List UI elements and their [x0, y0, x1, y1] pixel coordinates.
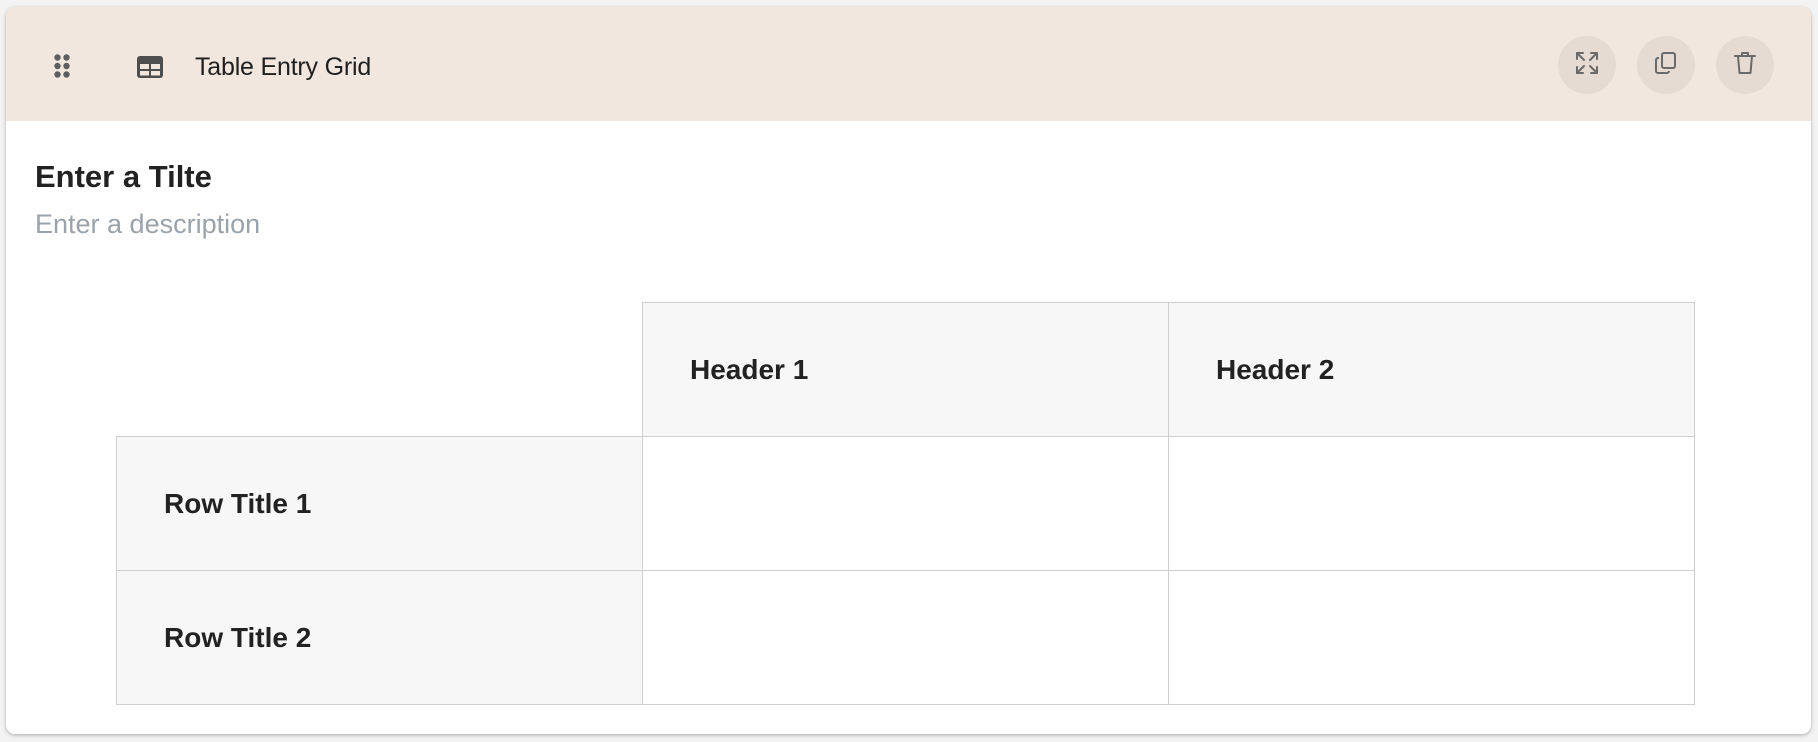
- trash-icon: [1733, 50, 1757, 81]
- entry-grid-table: Header 1 Header 2 Row Title 1 Row Title …: [116, 302, 1695, 705]
- component-header: Table Entry Grid: [6, 7, 1811, 121]
- expand-icon: [1574, 50, 1600, 81]
- grid-corner: [116, 302, 643, 437]
- grid-cell[interactable]: [642, 570, 1169, 705]
- grid-cell[interactable]: [1168, 570, 1695, 705]
- question-description[interactable]: Enter a description: [35, 207, 260, 241]
- table-entry-grid-card: Table Entry Grid Enter a Tilte Enter a d…: [6, 7, 1811, 734]
- duplicate-button[interactable]: [1637, 36, 1695, 94]
- question-title[interactable]: Enter a Tilte: [35, 158, 212, 196]
- row-title-1[interactable]: Row Title 1: [116, 436, 643, 571]
- expand-button[interactable]: [1558, 36, 1616, 94]
- table-row: Row Title 2: [116, 570, 1695, 705]
- grid-cell[interactable]: [642, 436, 1169, 571]
- component-type-label: Table Entry Grid: [195, 53, 372, 81]
- table-icon: [133, 50, 167, 84]
- table-row: Row Title 1: [116, 436, 1695, 571]
- row-title-2[interactable]: Row Title 2: [116, 570, 643, 705]
- header-row: Header 1 Header 2: [116, 302, 1695, 437]
- grid-cell[interactable]: [1168, 436, 1695, 571]
- column-header-2[interactable]: Header 2: [1168, 302, 1695, 437]
- drag-handle-icon[interactable]: [48, 52, 76, 80]
- column-header-1[interactable]: Header 1: [642, 302, 1169, 437]
- copy-icon: [1653, 50, 1679, 81]
- delete-button[interactable]: [1716, 36, 1774, 94]
